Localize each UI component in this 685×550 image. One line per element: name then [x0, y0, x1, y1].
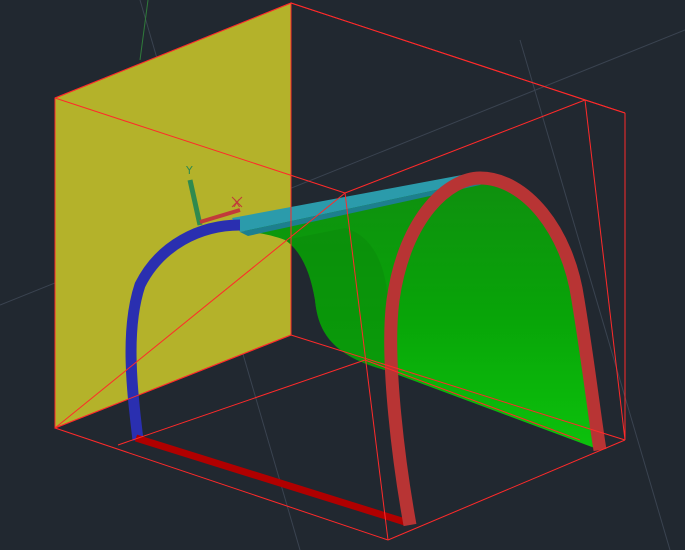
surface-inner-side [285, 228, 388, 370]
green-axis-line [139, 0, 149, 61]
bottom-edge[interactable] [134, 434, 407, 526]
ucs-y-label: Y [185, 164, 193, 177]
cad-3d-viewport[interactable]: Y X [0, 0, 685, 550]
